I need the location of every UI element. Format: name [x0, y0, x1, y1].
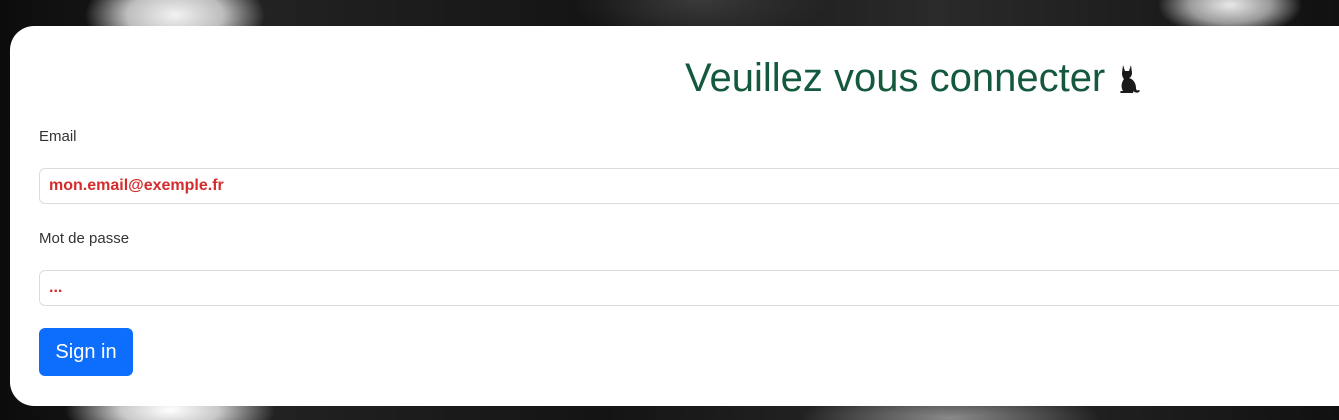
page-title: Veuillez vous connecter — [685, 56, 1141, 101]
password-label: Mot de passe — [39, 230, 130, 247]
email-field[interactable] — [39, 168, 1339, 204]
login-card: Veuillez vous connecter Email Mot de pas… — [10, 26, 1339, 406]
page-title-text: Veuillez vous connecter — [685, 56, 1106, 100]
password-field[interactable] — [39, 270, 1339, 306]
email-label: Email — [39, 128, 77, 145]
sign-in-button[interactable]: Sign in — [39, 328, 133, 376]
cat-icon — [1120, 64, 1140, 93]
